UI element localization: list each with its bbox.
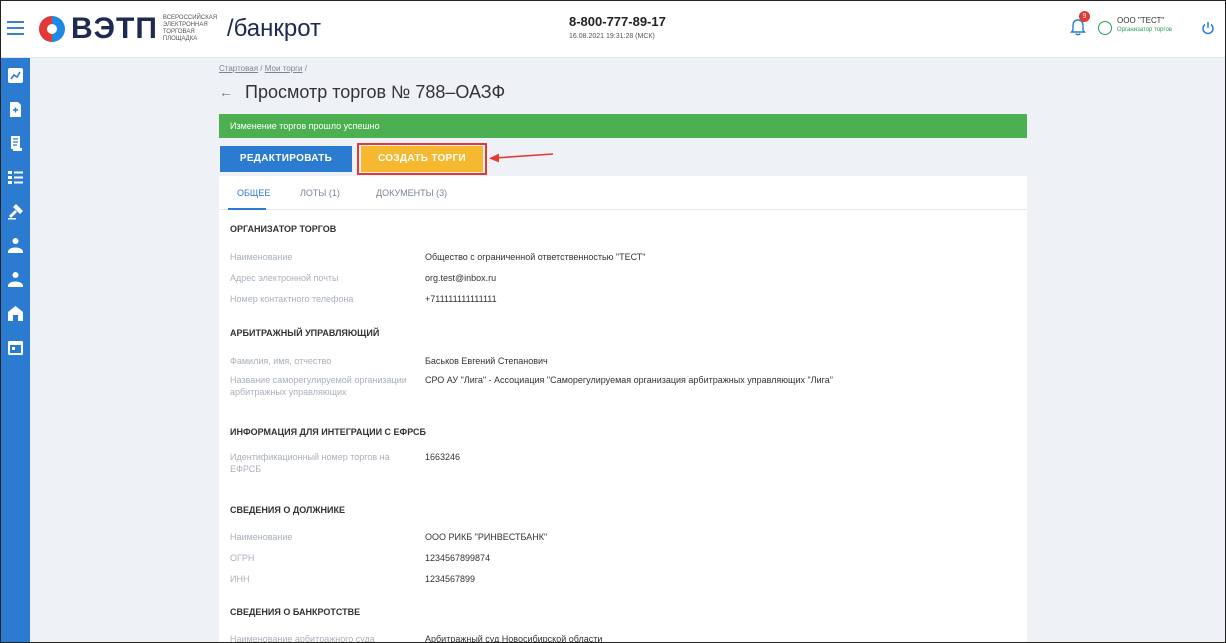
field-label: Наименование — [230, 252, 293, 262]
list-icon[interactable] — [7, 169, 24, 186]
pointer-arrow-icon — [489, 153, 554, 163]
success-banner: Изменение торгов прошло успешно — [219, 114, 1027, 138]
breadcrumb-my-trades[interactable]: Мои торги — [265, 64, 303, 73]
breadcrumb-separator: / — [304, 64, 307, 73]
manager-sro-value: СРО АУ "Лига" - Ассоциация "Саморегулиру… — [425, 375, 833, 385]
field-label: Фамилия, имя, отчество — [230, 356, 332, 366]
active-tab-indicator — [228, 208, 266, 210]
gavel-icon[interactable] — [7, 203, 24, 220]
app-frame: ВЭТП Всероссийская электронная торговая … — [0, 0, 1226, 643]
user-search-icon[interactable] — [7, 271, 24, 288]
notification-badge: 9 — [1079, 11, 1090, 22]
logo-suffix: /банкрот — [226, 15, 322, 42]
field-label: Идентификационный номер торгов на ЕФРСБ — [230, 452, 390, 474]
section-title-bankruptcy: СВЕДЕНИЯ О БАНКРОТСТВЕ — [230, 607, 361, 617]
organizer-email-value: org.test@inbox.ru — [425, 273, 497, 283]
section-title-manager: АРБИТРАЖНЫЙ УПРАВЛЯЮЩИЙ — [230, 328, 380, 338]
scroll-icon[interactable] — [7, 135, 24, 152]
power-icon[interactable] — [1201, 21, 1215, 35]
menu-icon[interactable] — [7, 21, 24, 38]
field-label: ИНН — [230, 574, 250, 584]
efrsb-id-value: 1663246 — [425, 452, 461, 462]
top-header: ВЭТП Всероссийская электронная торговая … — [1, 1, 1225, 58]
field-label: Наименование — [230, 532, 293, 542]
section-title-organizer: ОРГАНИЗАТОР ТОРГОВ — [230, 224, 337, 234]
section-title-integration: ИНФОРМАЦИЯ ДЛЯ ИНТЕГРАЦИИ С ЕФРСБ — [230, 427, 426, 437]
title-row: ← Просмотр торгов № 788–ОАЗФ — [219, 81, 505, 103]
debtor-inn-value: 1234567899 — [425, 574, 476, 584]
field-label: Номер контактного телефона — [230, 294, 354, 304]
field-label: Название саморегулируемой организации ар… — [230, 375, 407, 397]
logo-mark-icon — [39, 16, 65, 42]
tab-general[interactable]: ОБЩЕЕ — [237, 188, 270, 198]
document-add-icon[interactable] — [7, 101, 24, 118]
debtor-name-value: ООО РИКБ "РИНВЕСТБАНК" — [425, 532, 548, 542]
breadcrumb-home[interactable]: Стартовая — [219, 64, 258, 73]
server-datetime: 16.08.2021 19:31:28 (МСК) — [569, 33, 655, 40]
field-label: Адрес электронной почты — [230, 273, 339, 283]
section-title-debtor: СВЕДЕНИЯ О ДОЛЖНИКЕ — [230, 505, 345, 515]
logo-word: ВЭТП — [71, 12, 158, 45]
field-label: Наименование арбитражного суда — [230, 634, 375, 643]
organizer-name-value: Общество с ограниченной ответственностью… — [425, 252, 646, 262]
user-check-icon[interactable] — [7, 237, 24, 254]
field-label: ОГРН — [230, 553, 255, 563]
court-name-value: Арбитражный суд Новосибирской области — [425, 634, 603, 643]
debtor-ogrn-value: 1234567899874 — [425, 553, 491, 563]
logo-subtitle: Всероссийская электронная торговая площа… — [162, 15, 218, 42]
create-trades-button[interactable]: СОЗДАТЬ ТОРГИ — [361, 146, 483, 172]
breadcrumb: Стартовая / Мои торги / — [219, 64, 307, 73]
tab-documents[interactable]: ДОКУМЕНТЫ (3) — [376, 188, 447, 198]
tabs: ОБЩЕЕ ЛОТЫ (1) ДОКУМЕНТЫ (3) — [219, 176, 1027, 210]
back-arrow-icon[interactable]: ← — [219, 84, 233, 100]
tab-lots[interactable]: ЛОТЫ (1) — [300, 188, 340, 198]
user-name[interactable]: ООО "ТЕСТ" — [1117, 16, 1164, 25]
trade-details-card: ОБЩЕЕ ЛОТЫ (1) ДОКУМЕНТЫ (3) ОРГАНИЗАТОР… — [219, 176, 1027, 643]
manager-name-value: Баськов Евгений Степанович — [425, 356, 548, 366]
user-avatar-icon[interactable] — [1098, 21, 1112, 35]
logo[interactable]: ВЭТП Всероссийская электронная торговая … — [39, 12, 322, 45]
sidebar — [1, 58, 30, 642]
hotline-phone: 8-800-777-89-17 — [569, 14, 666, 29]
page-title: Просмотр торгов № 788–ОАЗФ — [245, 81, 506, 102]
user-role: Организатор торгов — [1117, 27, 1172, 33]
organizer-phone-value: +711111111111111 — [425, 294, 497, 304]
edit-button[interactable]: РЕДАКТИРОВАТЬ — [220, 146, 352, 172]
breadcrumb-separator: / — [260, 64, 263, 73]
home-icon[interactable] — [7, 305, 24, 322]
calendar-icon[interactable] — [7, 339, 24, 356]
dashboard-icon[interactable] — [7, 67, 24, 84]
